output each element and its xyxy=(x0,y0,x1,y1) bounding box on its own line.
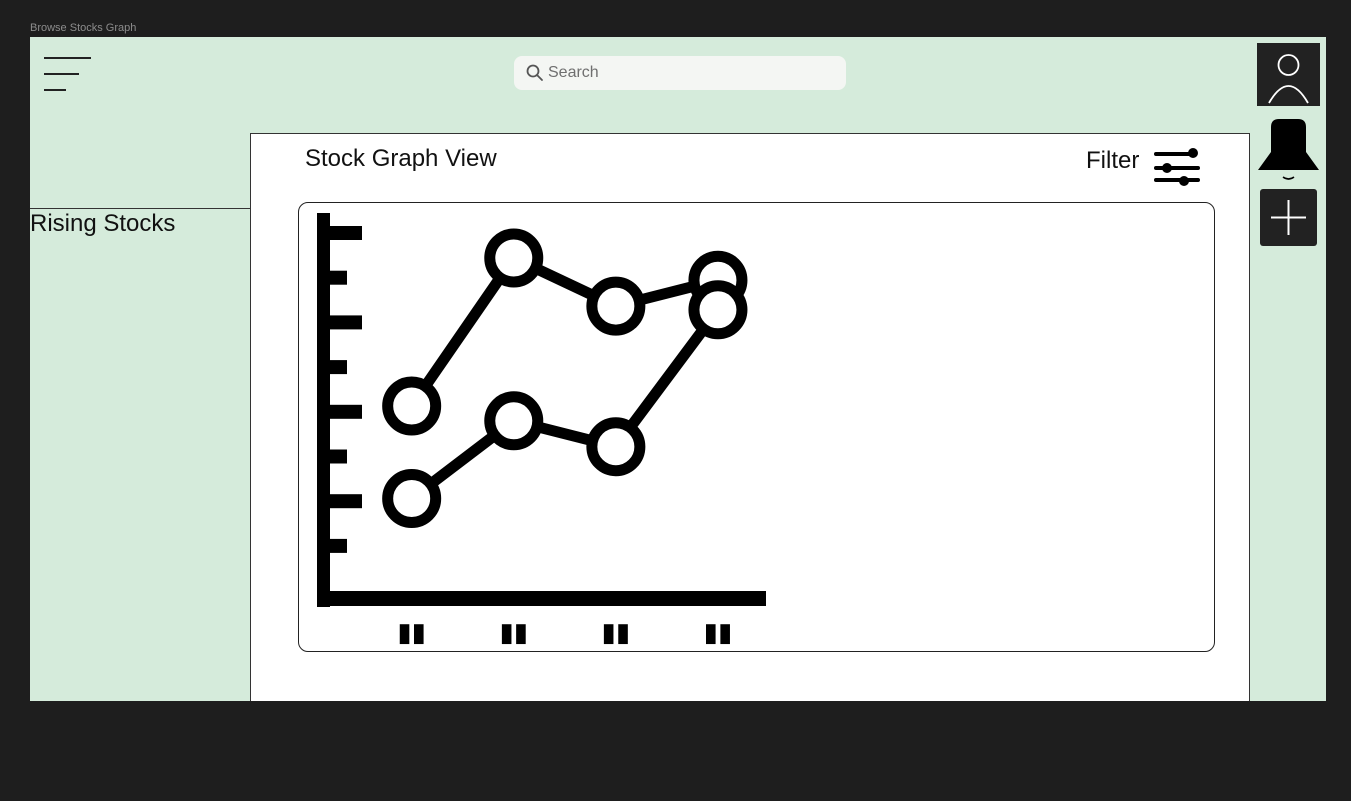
y-axis-ticks xyxy=(330,226,362,553)
data-point xyxy=(484,228,544,288)
main-panel: Stock Graph View Filter ▮▮ ▮▮ ▮▮ ▮▮ xyxy=(250,133,1250,701)
x-tick-label: ▮▮ xyxy=(397,618,426,648)
search-icon xyxy=(526,64,543,81)
sidebar-divider xyxy=(30,208,250,209)
data-point xyxy=(586,417,646,477)
line-chart: ▮▮ ▮▮ ▮▮ ▮▮ xyxy=(317,213,766,648)
window-title: Browse Stocks Graph xyxy=(30,22,137,34)
bell-icon xyxy=(1258,119,1319,180)
menu-button[interactable] xyxy=(44,56,92,92)
x-tick-label: ▮▮ xyxy=(704,618,733,648)
filter-button[interactable]: Filter xyxy=(1086,146,1204,188)
data-point xyxy=(382,376,442,436)
data-point xyxy=(586,276,646,336)
plus-icon xyxy=(1271,200,1306,235)
add-button[interactable] xyxy=(1260,189,1317,246)
y-tick-mark xyxy=(330,270,347,285)
y-tick-mark xyxy=(330,360,347,375)
y-tick-mark xyxy=(330,494,362,509)
sidebar-title: Rising Stocks xyxy=(30,210,176,237)
y-tick-mark xyxy=(330,315,362,330)
y-tick-mark xyxy=(330,226,362,240)
x-axis-line xyxy=(317,591,766,606)
y-axis xyxy=(317,213,362,607)
chart-container: ▮▮ ▮▮ ▮▮ ▮▮ xyxy=(298,202,1215,652)
filter-label: Filter xyxy=(1086,147,1140,174)
x-axis-ticks: ▮▮ ▮▮ ▮▮ ▮▮ xyxy=(397,618,732,648)
sliders-icon xyxy=(1154,148,1200,186)
x-tick-label: ▮▮ xyxy=(499,618,528,648)
app-frame: Rising Stocks Stock Graph View Filter xyxy=(30,37,1326,701)
data-point xyxy=(484,391,544,451)
menu-line xyxy=(44,73,79,75)
search-input[interactable] xyxy=(548,56,838,90)
series-line xyxy=(407,252,720,410)
menu-line xyxy=(44,89,66,91)
series-layer xyxy=(382,228,748,528)
x-tick-label: ▮▮ xyxy=(602,618,631,648)
menu-line xyxy=(44,57,91,59)
data-point xyxy=(688,280,748,340)
search-bar xyxy=(514,56,846,90)
profile-button[interactable] xyxy=(1257,43,1320,106)
y-tick-mark xyxy=(330,449,347,464)
y-tick-mark xyxy=(330,404,362,419)
data-point xyxy=(382,469,442,528)
page-title: Stock Graph View xyxy=(305,145,497,172)
notifications-button[interactable] xyxy=(1257,117,1320,183)
y-axis-line xyxy=(317,213,330,607)
user-icon xyxy=(1268,54,1309,104)
y-tick-mark xyxy=(330,538,347,553)
